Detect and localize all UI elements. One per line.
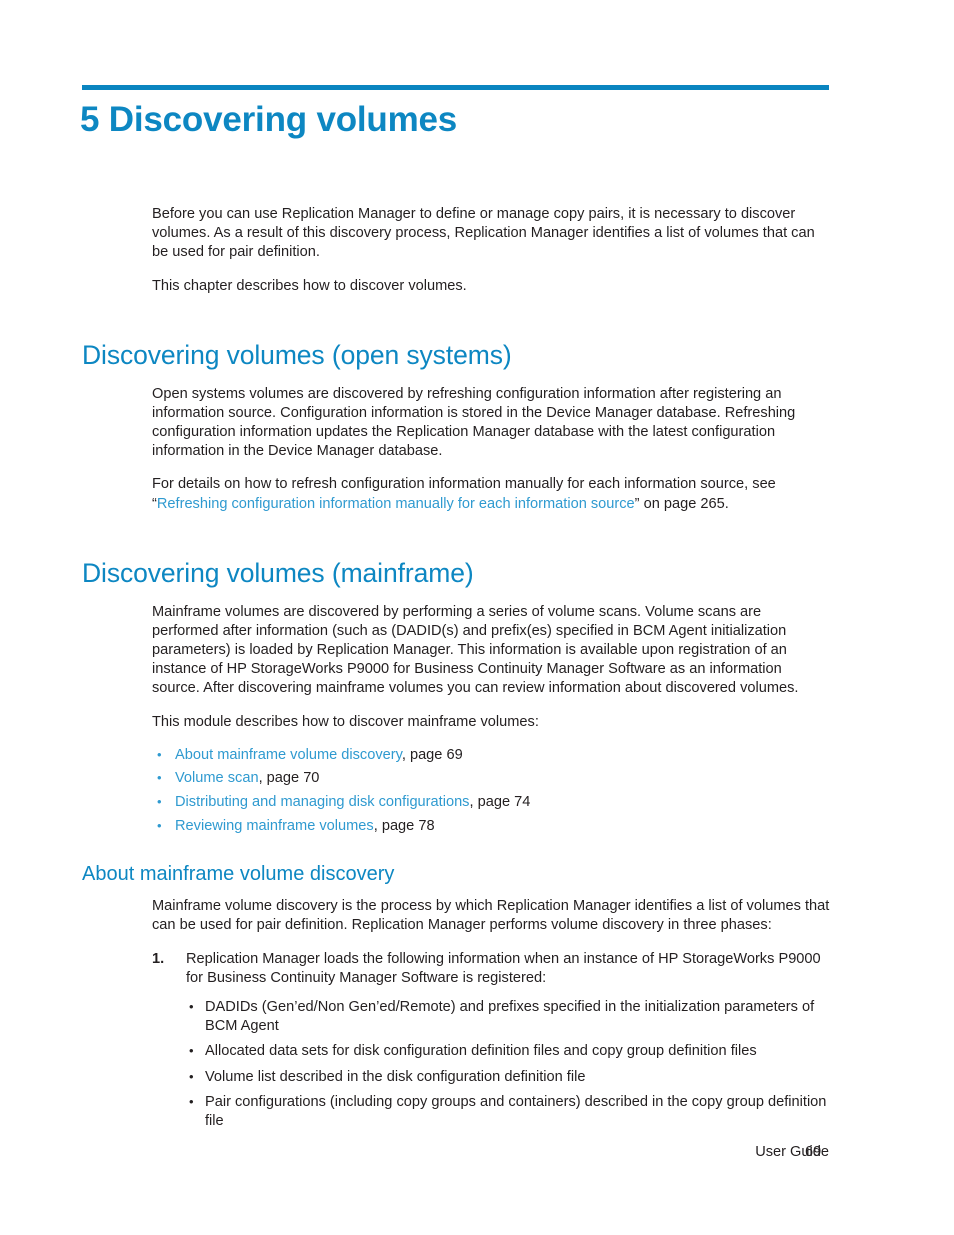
list-item: About mainframe volume discovery, page 6… [152, 745, 830, 766]
topic-link-about-mainframe-volume-discovery[interactable]: About mainframe volume discovery [175, 747, 402, 763]
step-item-1: 1. Replication Manager loads the followi… [152, 950, 830, 1132]
step-number: 1. [152, 950, 165, 967]
intro-block: Before you can use Replication Manager t… [152, 205, 830, 296]
mainframe-list-lead: This module describes how to discover ma… [152, 713, 539, 730]
list-item: DADIDs (Gen’ed/Non Gen’ed/Remote) and pr… [186, 997, 830, 1036]
topic-link-volume-scan[interactable]: Volume scan [175, 770, 259, 786]
topic-link-reviewing-mainframe-volumes[interactable]: Reviewing mainframe volumes [175, 818, 374, 834]
mainframe-paragraph-1: Mainframe volumes are discovered by perf… [152, 603, 799, 697]
intro-paragraph-2: This chapter describes how to discover v… [152, 277, 467, 294]
chapter-title: 5 Discovering volumes [80, 100, 458, 139]
page-content: Before you can use Replication Manager t… [0, 205, 954, 1137]
mainframe-block: Mainframe volumes are discovered by perf… [152, 603, 830, 837]
page-footer: User Guide 69 [0, 1144, 954, 1166]
topic-link-distributing-managing-disk-configurations[interactable]: Distributing and managing disk configura… [175, 794, 469, 810]
open-systems-paragraph-1: Open systems volumes are discovered by r… [152, 385, 796, 460]
topic-page-ref: , page 78 [373, 817, 435, 834]
list-item: Volume scan, page 70 [152, 768, 830, 789]
list-item: Reviewing mainframe volumes, page 78 [152, 816, 830, 837]
step-1-sub-items: DADIDs (Gen’ed/Non Gen’ed/Remote) and pr… [186, 997, 830, 1131]
about-discovery-paragraph-1: Mainframe volume discovery is the proces… [152, 898, 830, 934]
list-item: Volume list described in the disk config… [186, 1067, 830, 1087]
topic-page-ref: , page 74 [469, 794, 531, 811]
open-systems-block: Open systems volumes are discovered by r… [152, 385, 830, 514]
list-item: Pair configurations (including copy grou… [186, 1092, 830, 1131]
step-text: Replication Manager loads the following … [186, 950, 821, 986]
about-discovery-block: Mainframe volume discovery is the proces… [152, 897, 830, 1131]
topic-page-ref: , page 70 [258, 770, 320, 787]
list-item: Distributing and managing disk configura… [152, 792, 830, 813]
xref-tail-text: ” on page 265. [634, 495, 729, 512]
footer-page-number: 69 [805, 1144, 822, 1160]
document-page: 5 Discovering volumes Before you can use… [0, 0, 954, 1235]
open-systems-xref-paragraph: For details on how to refresh configurat… [152, 475, 830, 513]
xref-link-refreshing-configuration[interactable]: Refreshing configuration information man… [157, 496, 635, 512]
topic-page-ref: , page 69 [401, 746, 463, 763]
mainframe-topic-list: About mainframe volume discovery, page 6… [152, 745, 830, 837]
discovery-phase-steps: 1. Replication Manager loads the followi… [152, 950, 830, 1132]
section-heading-open-systems: Discovering volumes (open systems) [82, 339, 512, 370]
intro-paragraph-1: Before you can use Replication Manager t… [152, 206, 815, 261]
chapter-header-rule [82, 85, 829, 90]
section-heading-mainframe: Discovering volumes (mainframe) [82, 557, 474, 588]
list-item: Allocated data sets for disk configurati… [186, 1041, 830, 1061]
subsection-heading-about-mainframe-volume-discovery: About mainframe volume discovery [82, 863, 395, 886]
